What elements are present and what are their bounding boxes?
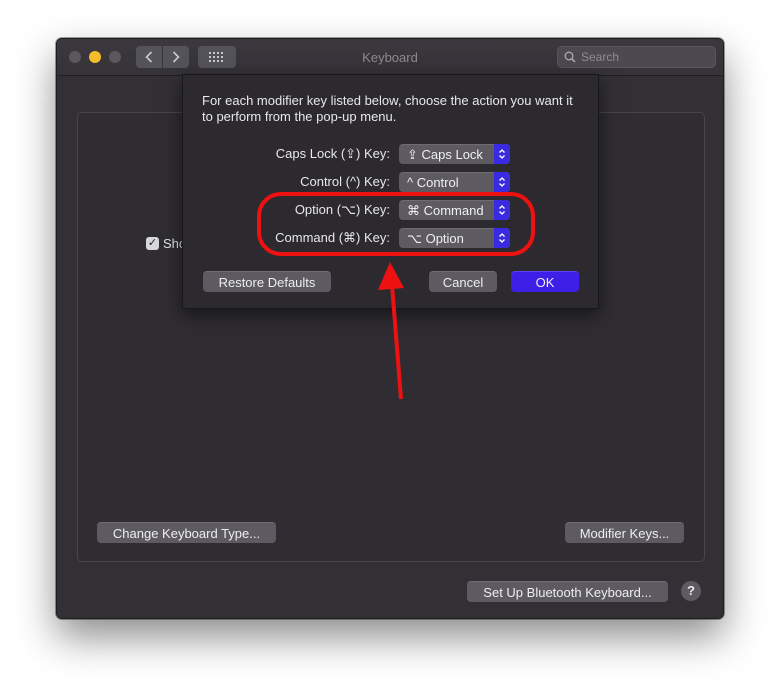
titlebar: Keyboard Search [57,39,723,76]
option-label: Option (⌥) Key: [294,202,390,217]
command-value: ⌥ Option [407,230,464,246]
option-value: ⌘ Command [407,202,484,218]
control-popup[interactable]: ^ Control [399,172,510,192]
caps-lock-value: ⇪ Caps Lock [407,146,483,162]
cancel-button[interactable]: Cancel [429,271,497,292]
restore-defaults-button[interactable]: Restore Defaults [203,271,331,292]
up-down-arrows-icon [494,200,510,220]
checkmark-icon: ✓ [147,237,158,249]
up-down-arrows-icon [494,228,510,248]
ok-button[interactable]: OK [511,271,579,292]
search-placeholder: Search [581,50,620,64]
command-label: Command (⌘) Key: [275,230,390,245]
help-icon[interactable]: ? [681,581,701,601]
option-popup[interactable]: ⌘ Command [399,200,510,220]
modifier-keys-button[interactable]: Modifier Keys... [565,522,684,543]
set-up-bluetooth-keyboard-button[interactable]: Set Up Bluetooth Keyboard... [467,581,668,602]
control-label: Control (^) Key: [300,174,390,189]
modifier-keys-sheet: For each modifier key listed below, choo… [182,74,599,309]
caps-lock-label: Caps Lock (⇪) Key: [275,146,390,161]
up-down-arrows-icon [494,172,510,192]
search-field[interactable]: Search [557,46,716,68]
sheet-instructions: For each modifier key listed below, choo… [202,93,573,124]
change-keyboard-type-button[interactable]: Change Keyboard Type... [97,522,276,543]
up-down-arrows-icon [494,144,510,164]
show-checkbox[interactable]: ✓ [146,237,159,250]
control-value: ^ Control [407,175,459,190]
command-popup[interactable]: ⌥ Option [399,228,510,248]
caps-lock-popup[interactable]: ⇪ Caps Lock [399,144,510,164]
search-icon [564,51,576,63]
